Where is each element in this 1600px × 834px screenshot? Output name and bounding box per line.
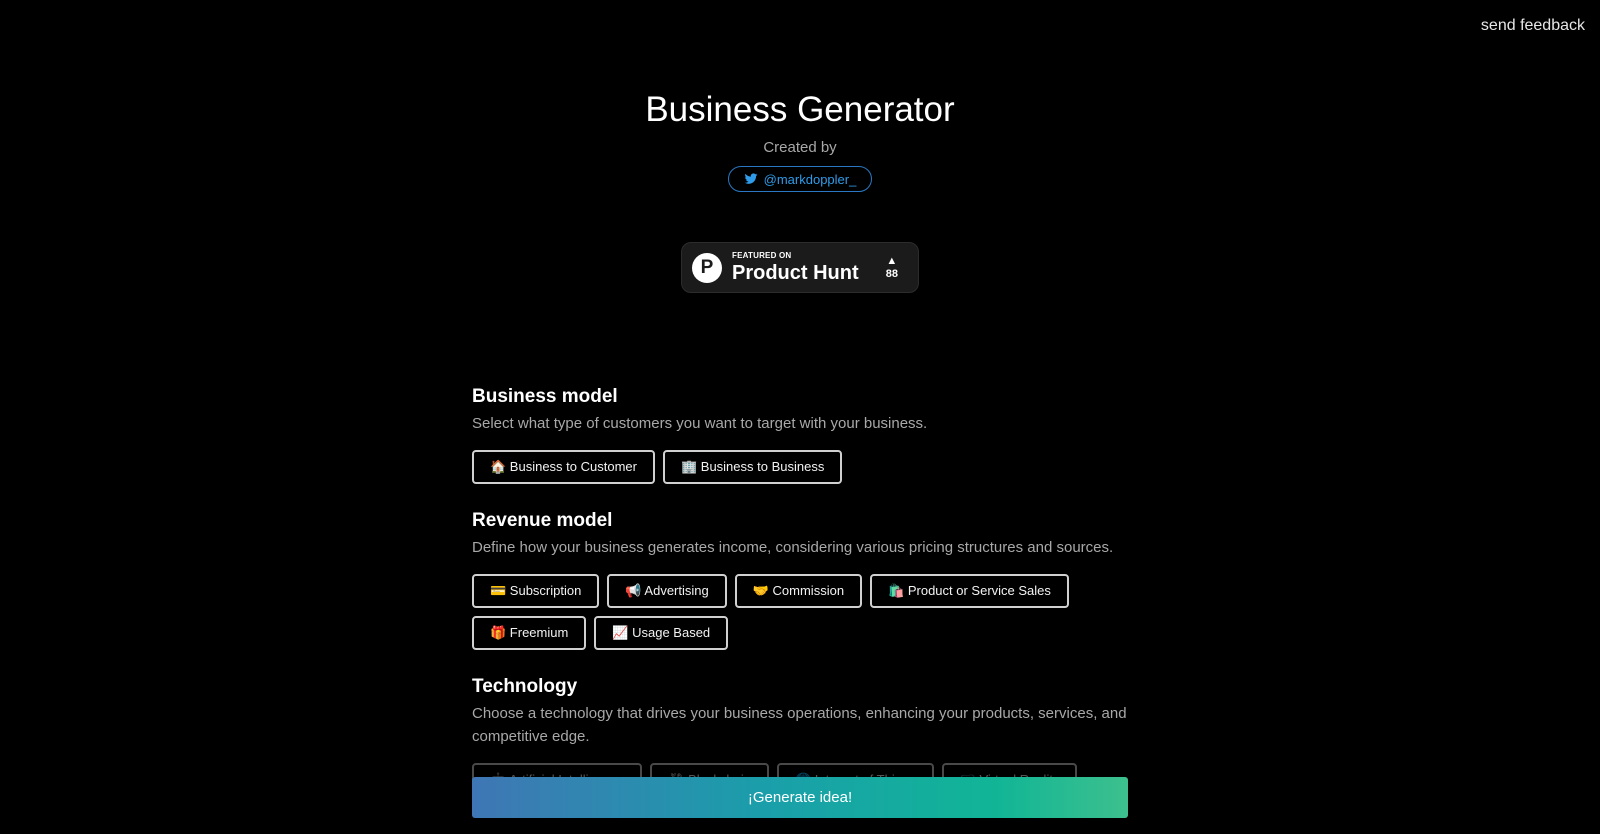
upvote-triangle-icon: ▲ [886,255,898,268]
option-b2c-button[interactable]: 🏠 Business to Customer [472,450,655,484]
section-description: Select what type of customers you want t… [472,415,928,432]
option-usage-based-button[interactable]: 📈 Usage Based [594,616,729,650]
section-description: Define how your business generates incom… [472,539,1114,556]
upvote-count: ▲ 88 [886,255,898,279]
product-hunt-badge[interactable]: P FEATURED ON Product Hunt ▲ 88 [681,242,919,293]
section-description: Choose a technology that drives your bus… [472,705,1127,745]
hero: Business Generator Created by @markdoppl… [0,90,1600,192]
product-hunt-text: FEATURED ON Product Hunt [732,251,859,284]
revenue-model-options: 💳 Subscription 📢 Advertising 🤝 Commissio… [472,574,1128,650]
send-feedback-link[interactable]: send feedback [1481,17,1585,35]
page-title: Business Generator [645,90,955,129]
twitter-handle: @markdoppler_ [763,171,857,187]
revenue-model-section: Revenue model Define how your business g… [472,508,1128,650]
page: send feedback Business Generator Created… [0,0,1600,834]
section-title: Business model [472,386,618,407]
featured-on-label: FEATURED ON [732,251,792,260]
options-form: Business model Select what type of custo… [472,384,1128,821]
option-freemium-button[interactable]: 🎁 Freemium [472,616,587,650]
generate-idea-button[interactable]: ¡Generate idea! [472,777,1128,818]
vote-count: 88 [885,267,898,280]
twitter-link[interactable]: @markdoppler_ [728,166,872,192]
option-b2b-button[interactable]: 🏢 Business to Business [662,450,843,484]
twitter-bird-icon [744,173,758,184]
option-commission-button[interactable]: 🤝 Commission [734,574,863,608]
created-by-label: Created by [763,139,837,156]
product-hunt-name: Product Hunt [732,262,859,284]
section-title: Technology [472,676,578,697]
option-product-sales-button[interactable]: 🛍️ Product or Service Sales [870,574,1069,608]
product-hunt-logo-icon: P [692,252,722,283]
business-model-section: Business model Select what type of custo… [472,384,1128,484]
option-advertising-button[interactable]: 📢 Advertising [607,574,727,608]
business-model-options: 🏠 Business to Customer 🏢 Business to Bus… [472,450,1128,484]
section-title: Revenue model [472,510,613,531]
option-subscription-button[interactable]: 💳 Subscription [472,574,600,608]
